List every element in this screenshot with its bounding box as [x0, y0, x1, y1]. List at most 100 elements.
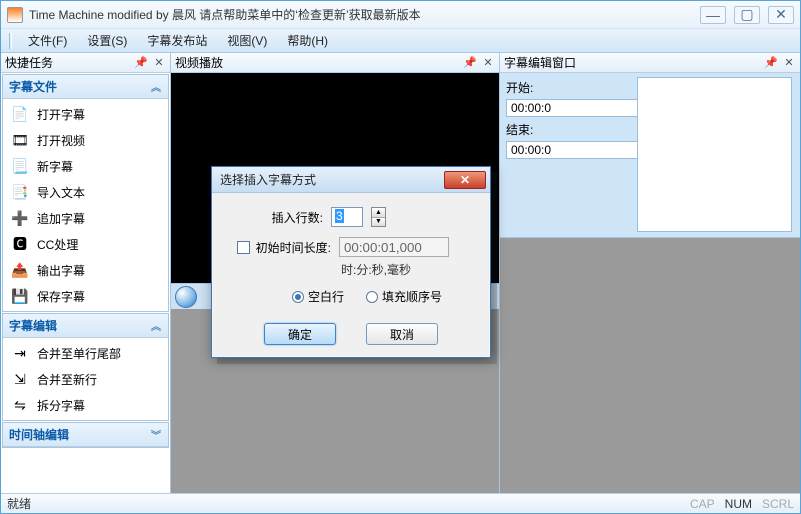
- task-icon: 📃: [11, 157, 29, 175]
- menu-file[interactable]: 文件(F): [20, 30, 75, 51]
- sidebar: 快捷任务 📌 ✕ 字幕文件 ︽ 📄 打开字幕 🎞 打开视频 📃 新字幕 📑 导入文本 ➕ 追加字幕…: [1, 53, 171, 493]
- rows-spinner[interactable]: ▲ ▼: [371, 207, 386, 227]
- init-length-input: [339, 237, 449, 257]
- task-item[interactable]: 🎞 打开视频: [3, 127, 168, 153]
- menu-help[interactable]: 帮助(H): [279, 30, 336, 51]
- section-timeline-edit: 时间轴编辑 ︾: [2, 422, 169, 448]
- spinner-down-icon[interactable]: ▼: [372, 218, 385, 227]
- radio-blank-row[interactable]: 空白行: [292, 288, 344, 305]
- video-pane-header: 视频播放 📌 ✕: [171, 53, 499, 73]
- status-scrl: SCRL: [762, 497, 794, 511]
- task-icon: ⇲: [11, 370, 29, 388]
- task-label: 打开字幕: [37, 106, 85, 123]
- section-subtitle-file-header[interactable]: 字幕文件 ︽: [3, 75, 168, 99]
- task-item[interactable]: ⇥ 合并至单行尾部: [3, 340, 168, 366]
- pin-icon[interactable]: 📌: [764, 56, 778, 70]
- dialog-title: 选择插入字幕方式: [220, 171, 444, 188]
- task-item[interactable]: ➕ 追加字幕: [3, 205, 168, 231]
- task-icon: 📑: [11, 183, 29, 201]
- task-label: 新字幕: [37, 158, 73, 175]
- status-ready: 就绪: [7, 495, 31, 512]
- video-pane-title: 视频播放: [175, 54, 223, 71]
- collapse-icon: ︽: [151, 318, 162, 333]
- task-icon: 📄: [11, 105, 29, 123]
- init-length-label: 初始时间长度:: [256, 239, 331, 256]
- menubar-grip-icon: [9, 33, 12, 49]
- section-timeline-edit-title: 时间轴编辑: [9, 426, 69, 443]
- task-label: 拆分字幕: [37, 397, 85, 414]
- section-subtitle-edit: 字幕编辑 ︽ ⇥ 合并至单行尾部 ⇲ 合并至新行 ⇋ 拆分字幕: [2, 313, 169, 421]
- pin-icon[interactable]: 📌: [134, 56, 148, 70]
- task-label: CC处理: [37, 236, 78, 253]
- dialog-titlebar[interactable]: 选择插入字幕方式 ✕: [212, 167, 490, 193]
- close-pane-icon[interactable]: ✕: [782, 56, 796, 70]
- menu-publish[interactable]: 字幕发布站: [139, 30, 215, 51]
- task-item[interactable]: ⇲ 合并至新行: [3, 366, 168, 392]
- rows-input[interactable]: 3: [331, 207, 363, 227]
- status-num: NUM: [725, 497, 752, 511]
- titlebar: Time Machine modified by 晨风 请点帮助菜单中的‘检查更…: [1, 1, 800, 29]
- menu-view[interactable]: 视图(V): [219, 30, 275, 51]
- section-timeline-edit-header[interactable]: 时间轴编辑 ︾: [3, 423, 168, 447]
- task-icon: 🎞: [11, 131, 29, 149]
- task-icon: 💾: [11, 287, 29, 305]
- statusbar: 就绪 CAP NUM SCRL: [1, 493, 800, 513]
- radio-icon: [366, 291, 378, 303]
- task-label: 追加字幕: [37, 210, 85, 227]
- task-icon: 🅲: [11, 235, 29, 253]
- task-label: 输出字幕: [37, 262, 85, 279]
- task-icon: ⇋: [11, 396, 29, 414]
- window-title: Time Machine modified by 晨风 请点帮助菜单中的‘检查更…: [29, 6, 694, 23]
- radio-icon: [292, 291, 304, 303]
- task-item[interactable]: 🅲 CC处理: [3, 231, 168, 257]
- editor-pane: 字幕编辑窗口 📌 ✕ 开始: 结束:: [500, 53, 800, 493]
- minimize-button[interactable]: —: [700, 6, 726, 24]
- spinner-up-icon[interactable]: ▲: [372, 208, 385, 218]
- task-label: 保存字幕: [37, 288, 85, 305]
- menubar: 文件(F) 设置(S) 字幕发布站 视图(V) 帮助(H): [1, 29, 800, 53]
- section-subtitle-edit-header[interactable]: 字幕编辑 ︽: [3, 314, 168, 338]
- cancel-button[interactable]: 取消: [366, 323, 438, 345]
- radio-blank-label: 空白行: [308, 288, 344, 305]
- editor-empty-area: [500, 238, 800, 493]
- close-pane-icon[interactable]: ✕: [481, 56, 495, 70]
- pin-icon[interactable]: 📌: [463, 56, 477, 70]
- close-pane-icon[interactable]: ✕: [152, 56, 166, 70]
- time-format-hint: 时:分:秒,毫秒: [341, 261, 474, 278]
- task-item[interactable]: 💾 保存字幕: [3, 283, 168, 309]
- section-subtitle-file-title: 字幕文件: [9, 78, 57, 95]
- task-label: 打开视频: [37, 132, 85, 149]
- expand-icon: ︾: [151, 427, 162, 442]
- end-label: 结束:: [506, 121, 540, 138]
- task-label: 合并至新行: [37, 371, 97, 388]
- subtitle-text-input[interactable]: [637, 77, 792, 232]
- menu-settings[interactable]: 设置(S): [79, 30, 135, 51]
- task-item[interactable]: 📄 打开字幕: [3, 101, 168, 127]
- tasks-pane-header: 快捷任务 📌 ✕: [1, 53, 170, 73]
- tasks-pane-title: 快捷任务: [5, 54, 53, 71]
- start-label: 开始:: [506, 79, 540, 96]
- task-label: 导入文本: [37, 184, 85, 201]
- task-item[interactable]: 📃 新字幕: [3, 153, 168, 179]
- ok-button[interactable]: 确定: [264, 323, 336, 345]
- task-item[interactable]: 📤输出字幕: [3, 257, 168, 283]
- task-item[interactable]: ⇋ 拆分字幕: [3, 392, 168, 418]
- task-icon: ➕: [11, 209, 29, 227]
- init-length-checkbox[interactable]: [237, 241, 250, 254]
- editor-pane-header: 字幕编辑窗口 📌 ✕: [500, 53, 800, 73]
- section-subtitle-edit-title: 字幕编辑: [9, 317, 57, 334]
- app-window: Time Machine modified by 晨风 请点帮助菜单中的‘检查更…: [0, 0, 801, 514]
- task-icon: ⇥: [11, 344, 29, 362]
- task-label: 合并至单行尾部: [37, 345, 121, 362]
- radio-fill-seq[interactable]: 填充顺序号: [366, 288, 442, 305]
- rows-label: 插入行数:: [228, 209, 323, 226]
- status-cap: CAP: [690, 497, 715, 511]
- task-item[interactable]: 📑 导入文本: [3, 179, 168, 205]
- maximize-button[interactable]: ▢: [734, 6, 760, 24]
- insert-subtitle-dialog: 选择插入字幕方式 ✕ 插入行数: 3 ▲ ▼ 初始时间长度:: [211, 166, 491, 358]
- section-subtitle-file: 字幕文件 ︽ 📄 打开字幕 🎞 打开视频 📃 新字幕 📑 导入文本 ➕ 追加字幕 🅲 CC处理 📤输出字…: [2, 74, 169, 312]
- close-window-button[interactable]: ✕: [768, 6, 794, 24]
- play-button[interactable]: [175, 286, 197, 308]
- radio-fill-label: 填充顺序号: [382, 288, 442, 305]
- dialog-close-button[interactable]: ✕: [444, 171, 486, 189]
